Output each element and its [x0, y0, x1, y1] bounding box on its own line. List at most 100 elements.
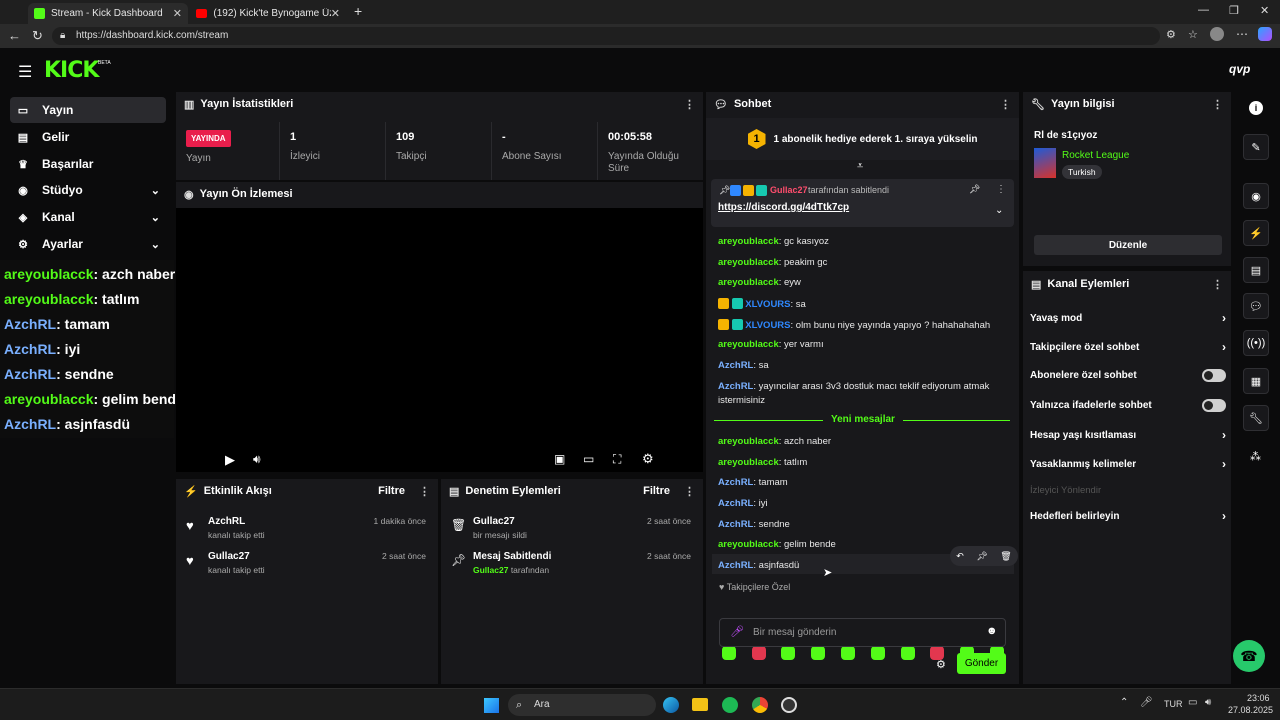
followers-only-chat-action[interactable]: Takipçilere özel sohbet › — [1030, 340, 1226, 354]
sidebar-item-yayin[interactable]: ▭ Yayın — [10, 97, 166, 123]
volume-icon[interactable]: 🔊︎ — [1205, 697, 1211, 708]
sidebar-item-gelir[interactable]: ▤ Gelir — [10, 124, 166, 150]
chat-bubble-icon[interactable]: 💬︎ — [1243, 293, 1269, 319]
account-age-action[interactable]: Hesap yaşı kısıtlaması › — [1030, 428, 1226, 442]
gift-banner[interactable]: 1 1 abonelik hediye ederek 1. sıraya yük… — [706, 118, 1019, 160]
minimize-button[interactable]: — — [1198, 4, 1209, 16]
more-icon[interactable]: ⋯ — [1236, 27, 1248, 41]
more-vertical-icon[interactable]: ⋮ — [1212, 98, 1223, 111]
activity-user[interactable]: AzchRL — [208, 516, 245, 527]
edge-icon[interactable] — [663, 697, 679, 713]
filter-button[interactable]: Filtre — [643, 485, 670, 497]
chat-settings-icon[interactable]: ⚙ — [936, 658, 946, 671]
send-button[interactable]: Gönder — [957, 653, 1006, 674]
wrench-icon[interactable]: 🔧︎ — [1243, 405, 1269, 431]
close-icon[interactable]: ✕ — [173, 7, 182, 20]
emote-icon[interactable] — [811, 646, 825, 660]
more-vertical-icon[interactable]: ⋮ — [684, 485, 695, 498]
notes-icon[interactable]: ▤ — [1243, 257, 1269, 283]
activity-user[interactable]: Gullac27 — [208, 551, 250, 562]
settings-gear-icon[interactable]: ⚙ — [642, 451, 654, 467]
kick-logo[interactable]: KICK — [44, 58, 99, 83]
close-icon[interactable]: ✕ — [331, 7, 340, 20]
window-close-button[interactable]: ✕ — [1260, 4, 1269, 17]
new-tab-button[interactable]: + — [354, 3, 362, 19]
favorites-icon[interactable]: ☆ — [1188, 28, 1198, 41]
reply-icon[interactable]: ↶ — [956, 551, 964, 562]
chevron-up-icon[interactable]: ⌃ — [1120, 697, 1128, 708]
extension-icon[interactable]: ⚙ — [1166, 28, 1176, 41]
emote-icon[interactable] — [901, 646, 915, 660]
reload-icon[interactable]: ↻ — [32, 28, 43, 44]
support-headset-icon[interactable]: ☎ — [1233, 640, 1265, 672]
microphone-icon[interactable]: 🎤︎ — [730, 625, 744, 638]
emoji-icon[interactable]: ☻ — [986, 625, 998, 637]
scroll-down-icon[interactable]: ⩡ — [857, 160, 863, 173]
pin-icon[interactable]: 📌︎ — [976, 551, 987, 562]
taskbar-search[interactable]: ⌕ Ara — [508, 694, 656, 716]
language-indicator[interactable]: TUR — [1164, 699, 1183, 709]
clock-time[interactable]: 23:06 — [1247, 693, 1270, 703]
url-input[interactable]: 🔒︎ https://dashboard.kick.com/stream — [52, 27, 1160, 45]
video-icon: ▭ — [17, 104, 29, 117]
more-vertical-icon[interactable]: ⋮ — [419, 485, 430, 498]
more-vertical-icon[interactable]: ⋮ — [996, 184, 1006, 195]
set-goals-action[interactable]: Hedefleri belirleyin › — [1030, 509, 1226, 523]
sidebar-item-studyo[interactable]: ◉ Stüdyo ⌄ — [10, 177, 166, 203]
banned-words-action[interactable]: Yasaklanmış kelimeler › — [1030, 457, 1226, 471]
emote-icon[interactable] — [781, 646, 795, 660]
video-player[interactable]: ▶ 🔊︎ ▣ ▭ ⛶ ⚙ — [176, 208, 703, 472]
trash-icon[interactable]: 🗑︎ — [1000, 551, 1011, 562]
layout-icon[interactable]: ▦ — [1243, 368, 1269, 394]
play-icon[interactable]: ▶ — [225, 452, 235, 468]
spotify-icon[interactable] — [722, 697, 738, 713]
chat-input[interactable]: 🎤︎ Bir mesaj gönderin ☻ — [719, 618, 1006, 647]
copilot-icon[interactable] — [1258, 27, 1272, 41]
sidebar-item-ayarlar[interactable]: ⚙ Ayarlar ⌄ — [10, 231, 166, 257]
pencil-icon[interactable]: ✎ — [1243, 134, 1269, 160]
file-explorer-icon[interactable] — [692, 698, 708, 711]
chrome-icon[interactable] — [752, 697, 768, 713]
moderation-user[interactable]: Gullac27 — [473, 516, 515, 527]
signal-icon[interactable]: ((•)) — [1243, 330, 1269, 356]
maximize-button[interactable]: ❐ — [1229, 4, 1239, 17]
microphone-icon[interactable]: 🎤︎ — [1140, 697, 1153, 708]
pip-icon[interactable]: ▣ — [554, 452, 565, 466]
apps-icon[interactable]: ⁂ — [1250, 450, 1261, 463]
more-vertical-icon[interactable]: ⋮ — [1212, 278, 1223, 291]
emote-icon[interactable] — [871, 646, 885, 660]
slow-mode-action[interactable]: Yavaş mod › — [1030, 311, 1226, 325]
sidebar-item-basarilar[interactable]: ♛ Başarılar — [10, 151, 166, 177]
info-icon[interactable]: i — [1249, 101, 1263, 115]
more-vertical-icon[interactable]: ⋮ — [1000, 98, 1011, 111]
pinned-link[interactable]: https://discord.gg/4dTtk7cp — [718, 202, 849, 213]
browser-tab-youtube[interactable]: (192) Kick'te Bynogame Üzerinden ✕ — [190, 3, 346, 24]
filter-button[interactable]: Filtre — [378, 485, 405, 497]
more-vertical-icon[interactable]: ⋮ — [684, 98, 695, 111]
unpin-icon[interactable]: 📌︎ — [969, 184, 980, 195]
theater-icon[interactable]: ▭ — [583, 452, 594, 466]
emote-icon[interactable] — [752, 646, 766, 660]
menu-icon[interactable]: ☰ — [18, 62, 32, 82]
user-avatar[interactable]: qvp — [1229, 62, 1250, 76]
obs-icon[interactable] — [781, 697, 797, 713]
broadcast-icon[interactable]: ◉ — [1243, 183, 1269, 209]
browser-tab-kick[interactable]: Stream - Kick Dashboard ✕ — [28, 3, 188, 24]
windows-start-icon[interactable] — [484, 698, 499, 713]
emote-icon[interactable] — [841, 646, 855, 660]
sidebar-item-kanal[interactable]: ◈ Kanal ⌄ — [10, 204, 166, 230]
pinned-user[interactable]: Gullac27 — [770, 185, 808, 195]
emote-only-toggle[interactable] — [1202, 399, 1226, 412]
game-link[interactable]: Rocket League — [1062, 150, 1129, 161]
profile-avatar[interactable] — [1210, 27, 1224, 41]
emote-icon[interactable] — [722, 646, 736, 660]
back-icon[interactable]: ← — [8, 28, 21, 43]
edit-button[interactable]: Düzenle — [1034, 235, 1222, 255]
fullscreen-icon[interactable]: ⛶ — [613, 452, 621, 467]
network-icon[interactable]: ▭ — [1188, 697, 1197, 708]
volume-icon[interactable]: 🔊︎ — [253, 452, 261, 467]
subscribers-only-toggle[interactable] — [1202, 369, 1226, 382]
lightning-icon[interactable]: ⚡ — [1243, 220, 1269, 246]
clock-date[interactable]: 27.08.2025 — [1228, 705, 1273, 715]
chevron-down-icon[interactable]: ⌄ — [995, 205, 1003, 216]
